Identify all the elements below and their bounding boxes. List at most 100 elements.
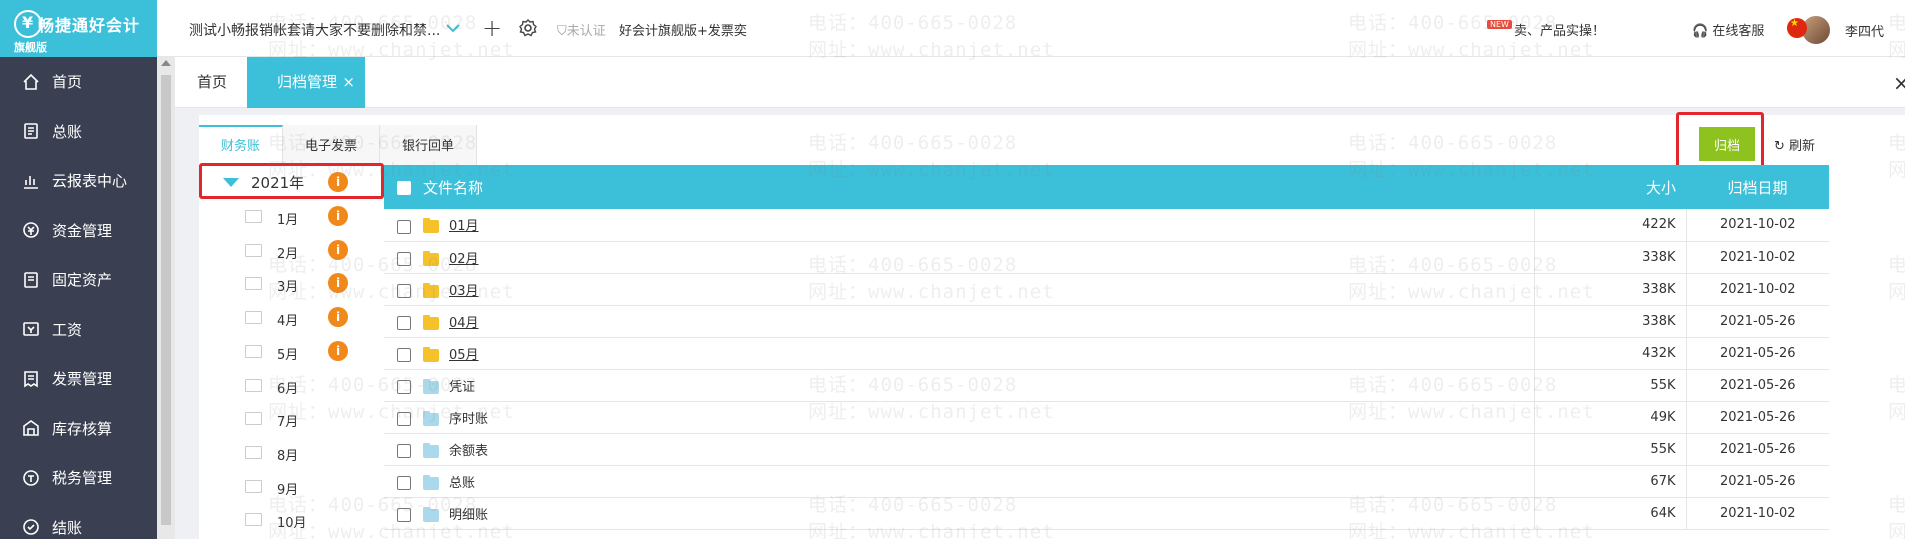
account-name[interactable]: 测试小畅报销帐套请大家不要删除和禁... (189, 20, 440, 40)
row-checkbox[interactable] (397, 412, 411, 426)
sidebar-item-6[interactable]: 发票管理 (0, 354, 157, 404)
sidebar-item-3[interactable]: 资金管理 (0, 206, 157, 256)
tree-month-node[interactable]: 10月 (199, 504, 384, 537)
tree-month-node[interactable]: 5月 (199, 336, 384, 369)
page-close-icon[interactable]: × (1893, 71, 1905, 95)
info-icon[interactable]: i (328, 206, 348, 226)
expand-triangle-icon[interactable] (223, 177, 239, 187)
certification-status[interactable]: ⛉未认证 (557, 20, 606, 39)
tree-year-node[interactable]: 2021年 (209, 167, 304, 197)
sidebar-item-label: 资金管理 (52, 221, 113, 240)
table-row[interactable]: 明细账 64K 2021-10-02 (384, 497, 1829, 530)
edition-label: 好会计旗舰版+发票奕 (619, 24, 747, 39)
sidebar-item-5[interactable]: 工资 (0, 305, 157, 355)
info-icon[interactable]: i (328, 239, 348, 260)
sidebar-item-7[interactable]: 库存核算 (0, 404, 157, 454)
scroll-up-icon[interactable] (161, 60, 171, 66)
tab-archive-management[interactable]: 归档管理 × (247, 57, 365, 108)
file-name-link[interactable]: 凭证 (449, 380, 475, 395)
table-row[interactable]: 01月 422K 2021-10-02 (384, 209, 1829, 242)
tree-month-node[interactable]: 2月 (199, 235, 384, 268)
file-name-link[interactable]: 03月 (449, 284, 479, 299)
app-logo[interactable]: 畅捷通好会计 旗舰版 (0, 0, 157, 57)
info-icon[interactable]: i (328, 307, 348, 328)
row-checkbox[interactable] (397, 380, 411, 394)
sidebar-item-label: 工资 (52, 320, 83, 339)
sidebar-nav: 首页 总账 云报表中心资金管理固定资产工资发票管理 库存核算 税务管理结账 (0, 57, 157, 539)
file-name-link[interactable]: 余额表 (449, 444, 488, 459)
file-name-link[interactable]: 02月 (449, 252, 479, 267)
tree-month-label: 9月 (277, 482, 299, 498)
table-row[interactable]: 序时账 49K 2021-05-26 (384, 401, 1829, 434)
refresh-button[interactable]: ↻ 刷新 (1774, 135, 1815, 154)
close-icon[interactable]: × (342, 57, 355, 108)
tree-month-node[interactable]: 6月 (199, 370, 384, 403)
cell-name: 序时账 (384, 401, 1534, 434)
sidebar-item-9[interactable]: 结账 (0, 503, 157, 539)
info-icon[interactable]: i (328, 172, 348, 192)
cell-date: 2021-10-02 (1685, 497, 1829, 530)
table-row[interactable]: 05月 432K 2021-05-26 (384, 337, 1829, 370)
warehouse-icon (20, 417, 42, 439)
sidebar-item-8[interactable]: 税务管理 (0, 453, 157, 503)
subtab-0[interactable]: 财务账 (199, 125, 284, 165)
row-checkbox[interactable] (397, 284, 411, 298)
username[interactable]: 李四代 (1845, 21, 1884, 40)
tab-home[interactable]: 首页 (197, 57, 227, 108)
folder-icon (423, 218, 439, 234)
row-checkbox[interactable] (397, 444, 411, 458)
table-row[interactable]: 总账 67K 2021-05-26 (384, 465, 1829, 498)
tree-month-node[interactable]: 9月 (199, 471, 384, 504)
row-checkbox[interactable] (397, 348, 411, 362)
file-name-link[interactable]: 01月 (449, 219, 479, 234)
row-checkbox[interactable] (397, 252, 411, 266)
scrollbar-thumb[interactable] (161, 75, 171, 525)
table-row[interactable]: 02月 338K 2021-10-02 (384, 241, 1829, 274)
tree-month-label: 5月 (277, 347, 299, 363)
file-name-link[interactable]: 总账 (449, 476, 475, 491)
promo-link[interactable]: NEW 卖、产品实操！ (1487, 20, 1605, 39)
file-name-link[interactable]: 04月 (449, 316, 479, 331)
table-row[interactable]: 04月 338K 2021-05-26 (384, 305, 1829, 338)
select-all-checkbox[interactable] (397, 181, 411, 195)
table-row[interactable]: 余额表 55K 2021-05-26 (384, 433, 1829, 466)
tree-month-node[interactable]: 7月 (199, 403, 384, 436)
table-row[interactable]: 凭证 55K 2021-05-26 (384, 369, 1829, 402)
info-icon[interactable]: i (328, 340, 348, 361)
tree-month-label: 4月 (277, 314, 299, 330)
file-name-link[interactable]: 05月 (449, 348, 479, 363)
file-name-link[interactable]: 明细账 (449, 508, 488, 523)
logo-edition: 旗舰版 (14, 41, 47, 54)
archive-button[interactable]: 归档 (1699, 127, 1755, 161)
sidebar-item-label: 结账 (52, 518, 83, 537)
sidebar: 畅捷通好会计 旗舰版 首页总账云报表中心资金管理固定资产工资发票管理库存核算税务… (0, 0, 157, 539)
money-icon (20, 219, 42, 241)
tree-month-node[interactable]: 8月 (199, 437, 384, 470)
file-name-link[interactable]: 序时账 (449, 412, 488, 427)
sidebar-item-1[interactable]: 总账 (0, 107, 157, 157)
tree-month-node[interactable]: 1月 (199, 201, 384, 234)
sidebar-item-4[interactable]: 固定资产 (0, 255, 157, 305)
add-icon[interactable]: + (482, 14, 502, 42)
gear-icon[interactable] (518, 18, 538, 38)
left-scrollbar[interactable] (157, 57, 175, 539)
table-row[interactable]: 03月 338K 2021-10-02 (384, 273, 1829, 306)
online-service-link[interactable]: 🎧 在线客服 (1692, 20, 1764, 39)
cell-name: 03月 (384, 273, 1534, 306)
sidebar-item-label: 固定资产 (52, 271, 113, 290)
subtab-2[interactable]: 银行回单 (380, 125, 478, 165)
sidebar-item-0[interactable]: 首页 (0, 57, 157, 107)
row-checkbox[interactable] (397, 476, 411, 490)
sidebar-item-2[interactable]: 云报表中心 (0, 156, 157, 206)
row-checkbox[interactable] (397, 219, 411, 234)
document-icon (423, 378, 439, 394)
salary-icon (20, 318, 42, 340)
subtab-1[interactable]: 电子发票 (283, 125, 381, 165)
row-checkbox[interactable] (397, 508, 411, 522)
tree-month-node[interactable]: 3月 (199, 268, 384, 301)
promo-text: 卖、产品实操！ (1513, 24, 1605, 39)
chevron-down-icon[interactable] (443, 18, 463, 38)
main-content: 财务账 电子发票 银行回单 归档 ↻ 刷新 2021年 i 1月 i 2月 i 3月 i 4月 i… (175, 108, 1905, 539)
row-checkbox[interactable] (397, 316, 411, 330)
tree-month-node[interactable]: 4月 (199, 302, 384, 335)
